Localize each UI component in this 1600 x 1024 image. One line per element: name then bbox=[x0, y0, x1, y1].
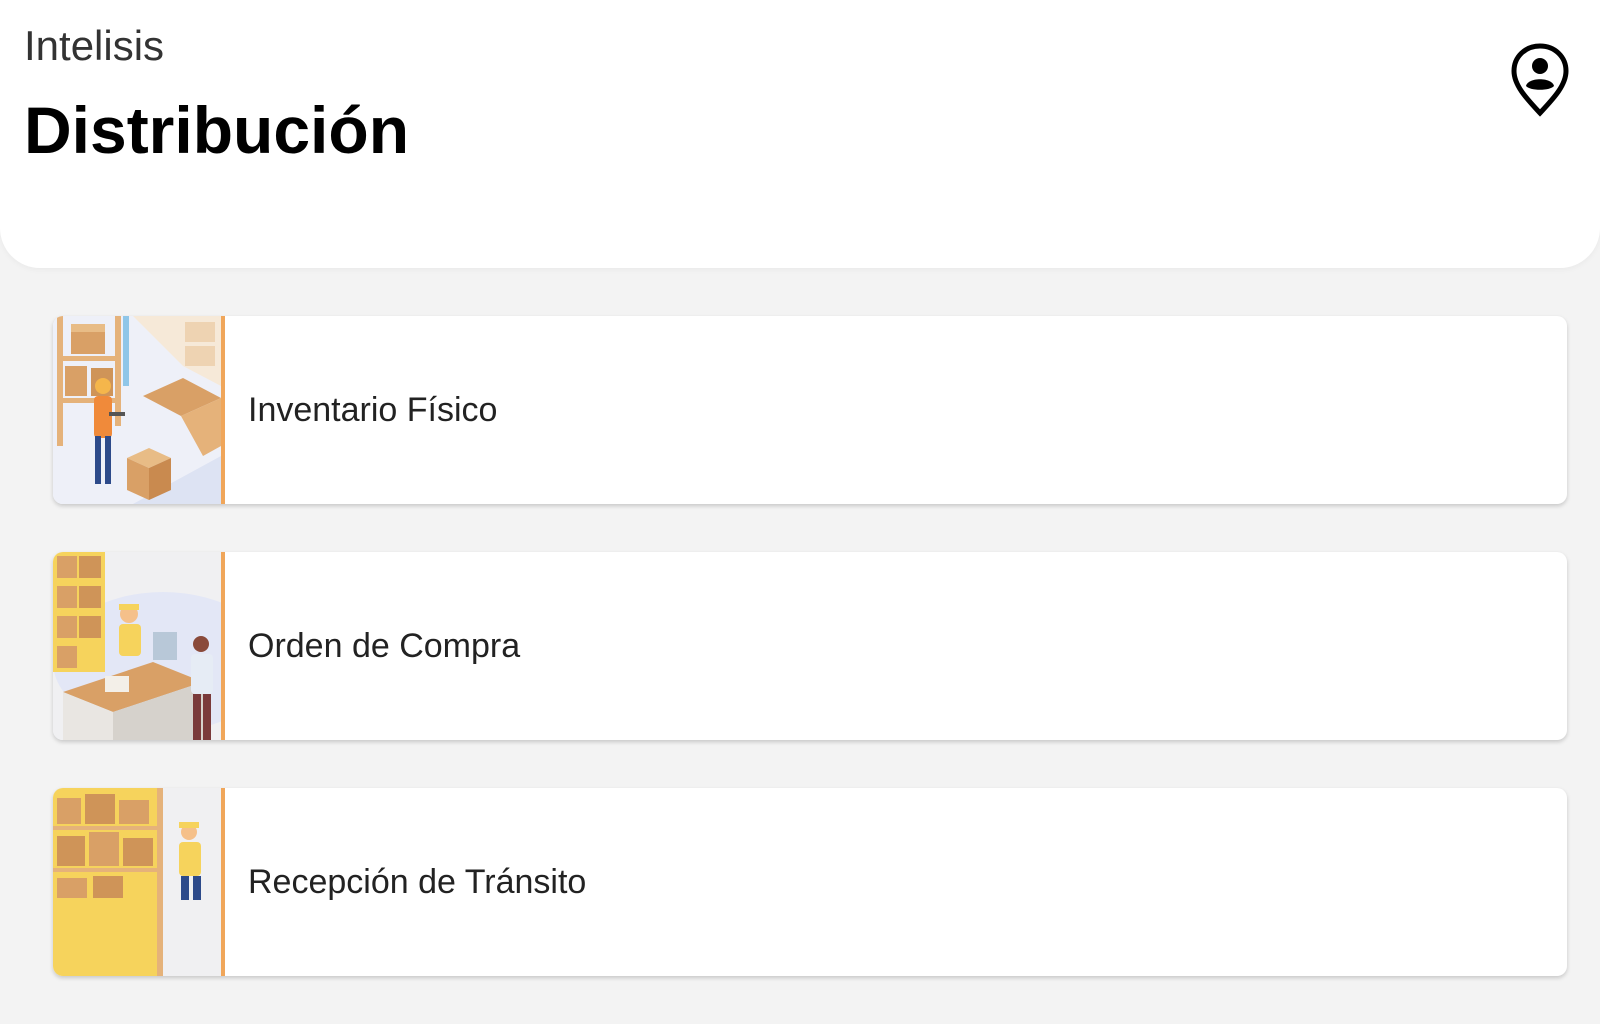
app-header: Intelisis Distribución bbox=[0, 0, 1600, 268]
menu-item-orden-de-compra[interactable]: Orden de Compra bbox=[53, 552, 1567, 740]
company-name: Intelisis bbox=[24, 22, 165, 69]
location-person-icon[interactable] bbox=[1510, 42, 1570, 118]
menu-item-label: Recepción de Tránsito bbox=[248, 862, 587, 901]
warehouse-inventory-illustration bbox=[53, 316, 225, 504]
menu-item-inventario-fisico[interactable]: Inventario Físico bbox=[53, 316, 1567, 504]
purchase-counter-illustration bbox=[53, 552, 225, 740]
menu-item-recepcion-de-transito[interactable]: Recepción de Tránsito bbox=[53, 788, 1567, 976]
page-title: Distribución bbox=[24, 93, 410, 167]
menu-item-label: Inventario Físico bbox=[248, 390, 498, 429]
menu-item-label: Orden de Compra bbox=[248, 626, 521, 665]
transit-reception-illustration bbox=[53, 788, 225, 976]
menu-list: Inventario Físico Orden de Compra Recepc… bbox=[53, 316, 1567, 1024]
